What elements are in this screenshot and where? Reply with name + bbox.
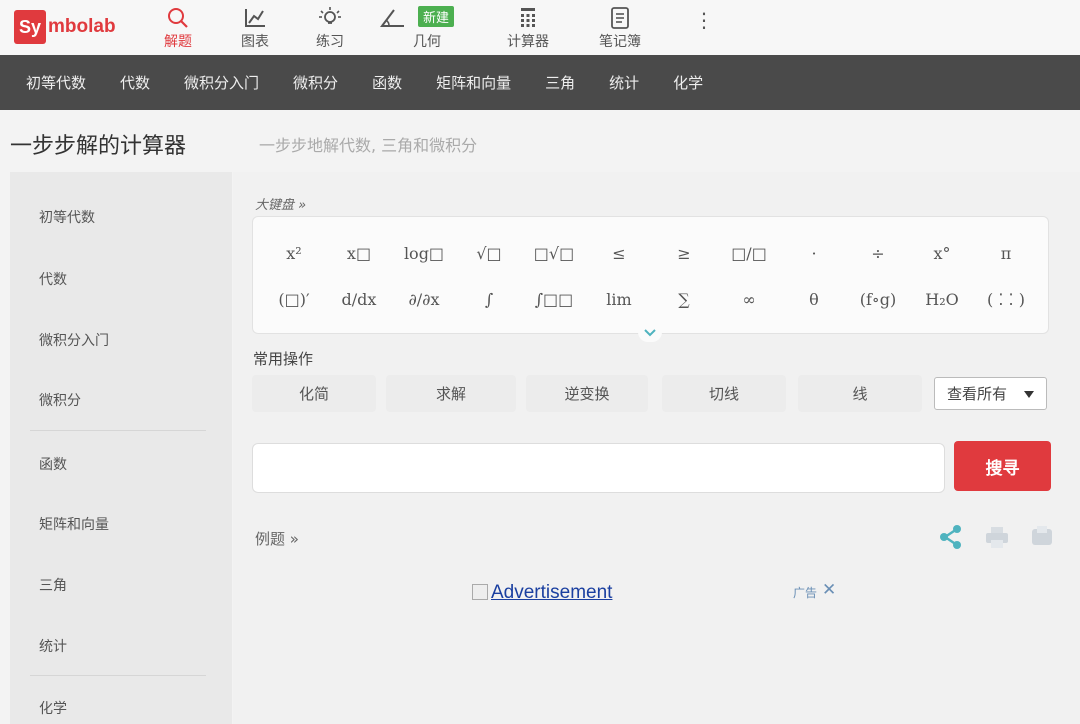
key-integral[interactable]: ∫ xyxy=(461,283,517,317)
sidebar-item-pre-algebra[interactable]: 初等代数 xyxy=(39,207,95,227)
full-keyboard-link[interactable]: 大键盘 » xyxy=(255,194,306,213)
op-tangent-button[interactable]: 切线 xyxy=(662,375,786,412)
nav-practice[interactable]: 练习 xyxy=(300,4,360,52)
subject-pre-calculus[interactable]: 微积分入门 xyxy=(184,72,259,93)
key-matrix[interactable]: ( ⁚ ⁚ ) xyxy=(978,283,1034,317)
nav-solve[interactable]: 解题 xyxy=(148,4,208,52)
search-button[interactable]: 搜寻 xyxy=(954,441,1051,491)
key-limit[interactable]: lim xyxy=(591,283,647,317)
search-icon xyxy=(168,8,188,28)
chevron-down-icon[interactable] xyxy=(638,324,662,342)
key-greater-equal[interactable]: ≥ xyxy=(656,237,712,271)
page-subtitle: 一步步地解代数, 三角和微积分 xyxy=(259,136,478,155)
key-derivative-prime[interactable]: (□)′ xyxy=(266,283,322,317)
logo-text: mbolab xyxy=(48,16,116,37)
calculator-icon xyxy=(521,8,535,27)
sidebar-item-pre-calculus[interactable]: 微积分入门 xyxy=(39,330,109,350)
key-x-squared[interactable]: x² xyxy=(266,237,322,271)
ad-text: Advertisement xyxy=(491,582,613,603)
key-infinity[interactable]: ∞ xyxy=(721,283,777,317)
logo-box: Sy xyxy=(14,10,47,44)
share-icon[interactable] xyxy=(937,523,965,551)
new-badge: 新建 xyxy=(418,6,455,27)
examples-link[interactable]: 例题 » xyxy=(255,528,299,549)
nav-calculator-label: 计算器 xyxy=(507,34,549,50)
sidebar-divider xyxy=(30,675,206,676)
sidebar-item-calculus[interactable]: 微积分 xyxy=(39,390,81,410)
subject-calculus[interactable]: 微积分 xyxy=(293,72,338,93)
sidebar-item-trigonometry[interactable]: 三角 xyxy=(39,575,67,595)
key-pi[interactable]: π xyxy=(978,237,1034,271)
nav-notebook[interactable]: 笔记簿 xyxy=(590,4,650,52)
key-x-power[interactable]: x□ xyxy=(331,237,387,271)
common-operations-title: 常用操作 xyxy=(253,350,314,368)
op-simplify-button[interactable]: 化简 xyxy=(252,375,376,412)
subject-matrices-vectors[interactable]: 矩阵和向量 xyxy=(436,72,511,93)
broken-image-icon xyxy=(472,584,488,600)
key-sqrt[interactable]: √□ xyxy=(461,237,517,271)
key-nth-root[interactable]: □√□ xyxy=(526,237,582,271)
op-solve-button[interactable]: 求解 xyxy=(386,375,516,412)
nav-calculator[interactable]: 计算器 xyxy=(498,4,558,52)
subject-algebra[interactable]: 代数 xyxy=(120,72,150,93)
nav-graph-label: 图表 xyxy=(241,34,269,50)
sidebar-item-algebra[interactable]: 代数 xyxy=(39,269,67,289)
symbolab-logo[interactable]: Sy mbolab xyxy=(14,10,116,44)
key-divide[interactable]: ÷ xyxy=(850,237,906,271)
nav-solve-label: 解题 xyxy=(164,34,192,50)
subject-trigonometry[interactable]: 三角 xyxy=(545,72,575,93)
sidebar-item-matrices-vectors[interactable]: 矩阵和向量 xyxy=(39,514,109,534)
subject-pre-algebra[interactable]: 初等代数 xyxy=(26,72,86,93)
more-menu-icon[interactable]: ⋮ xyxy=(694,8,714,32)
close-icon[interactable]: ✕ xyxy=(822,580,836,600)
subject-chemistry[interactable]: 化学 xyxy=(673,72,703,93)
subject-nav: 初等代数 代数 微积分入门 微积分 函数 矩阵和向量 三角 统计 化学 xyxy=(0,55,1080,110)
key-composition[interactable]: (f∘g) xyxy=(850,283,906,317)
math-input[interactable] xyxy=(252,443,945,493)
op-inverse-button[interactable]: 逆变换 xyxy=(526,375,648,412)
key-less-equal[interactable]: ≤ xyxy=(591,237,647,271)
caret-down-icon xyxy=(1024,391,1034,398)
sidebar-item-chemistry[interactable]: 化学 xyxy=(39,698,67,718)
sidebar: 初等代数 代数 微积分入门 微积分 函数 矩阵和向量 三角 统计 化学 xyxy=(10,172,232,724)
key-chemistry[interactable]: H₂O xyxy=(914,283,970,317)
math-keyboard: x² x□ log□ √□ □√□ ≤ ≥ □/□ · ÷ x° π (□)′ … xyxy=(252,216,1049,334)
save-icon[interactable] xyxy=(1028,523,1056,551)
view-all-label: 查看所有 xyxy=(947,385,1008,403)
key-theta[interactable]: θ xyxy=(786,283,842,317)
view-all-dropdown[interactable]: 查看所有 xyxy=(934,377,1047,410)
page-title: 一步步解的计算器 xyxy=(10,134,187,159)
key-multiply-dot[interactable]: · xyxy=(786,237,842,271)
key-fraction[interactable]: □/□ xyxy=(721,237,777,271)
ad-label: 广告 xyxy=(793,586,818,600)
notebook-icon xyxy=(611,7,629,29)
nav-notebook-label: 笔记簿 xyxy=(599,34,641,50)
lightbulb-icon xyxy=(319,7,341,24)
subject-statistics[interactable]: 统计 xyxy=(609,72,639,93)
key-degree[interactable]: x° xyxy=(914,237,970,271)
top-bar: Sy mbolab 解题 图表 练习 几何 新建 计算器 笔记簿 ⋮ xyxy=(0,0,1080,55)
key-log[interactable]: log□ xyxy=(396,237,452,271)
sidebar-item-statistics[interactable]: 统计 xyxy=(39,636,67,656)
key-d-dx[interactable]: d/dx xyxy=(331,283,387,317)
op-line-button[interactable]: 线 xyxy=(798,375,922,412)
nav-geometry-label: 几何 xyxy=(413,34,441,50)
key-partial[interactable]: ∂/∂x xyxy=(396,283,452,317)
subject-functions[interactable]: 函数 xyxy=(372,72,402,93)
print-icon[interactable] xyxy=(983,523,1011,551)
key-sum[interactable]: ∑ xyxy=(656,283,712,317)
advertisement-link[interactable]: Advertisement xyxy=(472,582,612,604)
nav-graph[interactable]: 图表 xyxy=(225,4,285,52)
sidebar-divider xyxy=(30,430,206,431)
sidebar-item-functions[interactable]: 函数 xyxy=(39,454,67,474)
key-definite-integral[interactable]: ∫□□ xyxy=(526,283,582,317)
nav-practice-label: 练习 xyxy=(316,34,344,50)
graph-icon xyxy=(245,9,265,27)
